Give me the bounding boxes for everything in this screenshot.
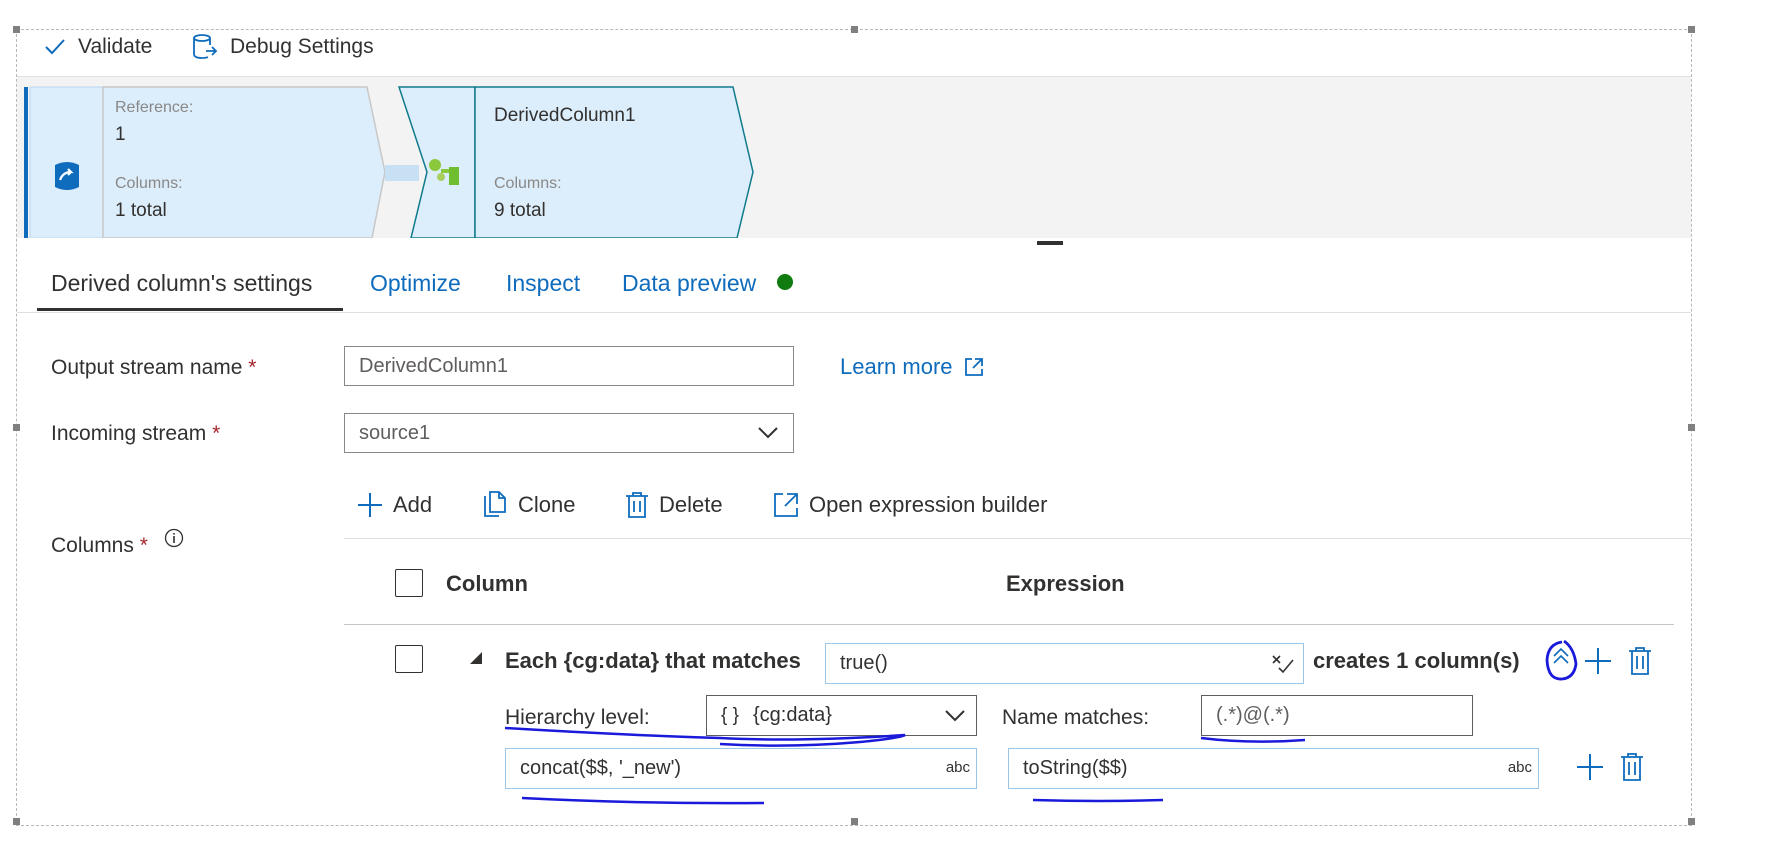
pattern-prefix: Each {cg:data} that matches xyxy=(505,648,801,673)
resize-handle[interactable] xyxy=(13,424,20,431)
clone-button[interactable]: Clone xyxy=(482,490,575,520)
select-all-checkbox[interactable] xyxy=(395,569,423,597)
info-icon[interactable] xyxy=(164,528,184,548)
braces-icon: { } xyxy=(721,704,739,726)
status-dot xyxy=(777,274,793,290)
name-matches-label: Name matches: xyxy=(1002,706,1150,729)
row-checkbox[interactable] xyxy=(395,645,423,673)
external-link-icon xyxy=(774,493,798,517)
expand-collapse-icon[interactable] xyxy=(1542,638,1582,684)
name-matches-input[interactable]: (.*)@(.*) xyxy=(1201,695,1473,736)
panel-resize-grip[interactable] xyxy=(1037,241,1063,245)
incoming-stream-select[interactable]: source1 xyxy=(344,413,794,453)
tab-optimize[interactable]: Optimize xyxy=(370,270,461,297)
trash-icon[interactable] xyxy=(1628,646,1652,676)
reference-value: 1 xyxy=(115,124,126,145)
tab-inspect[interactable]: Inspect xyxy=(506,270,580,297)
add-icon xyxy=(358,493,382,517)
open-expression-builder-button[interactable]: Open expression builder xyxy=(773,490,1047,520)
data-flow-canvas[interactable]: Reference: 1 Columns: 1 total DerivedCol… xyxy=(17,76,1691,238)
source-columns-label: Columns: xyxy=(115,175,183,192)
trash-icon[interactable] xyxy=(1620,752,1644,782)
expression-header: Expression xyxy=(1006,571,1125,596)
column-header: Column xyxy=(446,571,528,596)
resize-handle[interactable] xyxy=(1688,26,1695,33)
debug-settings-label: Debug Settings xyxy=(230,35,374,58)
pattern-suffix: creates 1 column(s) xyxy=(1313,648,1520,673)
validate-button[interactable]: Validate xyxy=(44,32,152,62)
header-divider xyxy=(344,624,1674,625)
add-row-icon[interactable] xyxy=(1584,647,1612,675)
resize-handle[interactable] xyxy=(13,26,20,33)
resize-handle[interactable] xyxy=(1688,424,1695,431)
active-tab-indicator xyxy=(37,308,343,311)
type-badge: abc xyxy=(945,759,970,776)
derived-node-name: DerivedColumn1 xyxy=(494,105,636,126)
derived-columns-value: 9 total xyxy=(494,200,546,221)
derived-column-icon xyxy=(429,159,459,185)
tab-settings[interactable]: Derived column's settings xyxy=(51,270,312,297)
resize-handle[interactable] xyxy=(13,818,20,825)
commands-divider xyxy=(344,538,1691,539)
resize-handle[interactable] xyxy=(851,818,858,825)
source-columns-value: 1 total xyxy=(115,200,167,221)
tab-data-preview[interactable]: Data preview xyxy=(622,270,756,297)
checkmark-icon xyxy=(45,39,65,55)
tab-divider xyxy=(17,312,1691,313)
debug-settings-icon xyxy=(193,34,218,59)
validate-label: Validate xyxy=(78,35,153,58)
trash-icon xyxy=(626,492,648,518)
hierarchy-level-select[interactable]: { } {cg:data} xyxy=(706,695,977,736)
type-badge: abc xyxy=(1507,759,1532,776)
resize-handle[interactable] xyxy=(851,26,858,33)
hierarchy-level-label: Hierarchy level: xyxy=(505,706,650,729)
data-source-icon xyxy=(55,162,79,190)
value-expression-input[interactable]: toString($$) abc xyxy=(1008,748,1539,789)
resize-handle[interactable] xyxy=(1688,818,1695,825)
output-stream-input[interactable]: DerivedColumn1 xyxy=(344,346,794,386)
external-link-icon xyxy=(964,358,983,376)
collapse-triangle-icon[interactable] xyxy=(467,651,483,665)
chevron-down-icon xyxy=(945,710,965,722)
debug-settings-button[interactable]: Debug Settings xyxy=(192,32,374,62)
condition-input[interactable]: true() xyxy=(825,643,1304,684)
column-name-expression-input[interactable]: concat($$, '_new') abc xyxy=(505,748,977,789)
derived-columns-label: Columns: xyxy=(494,175,562,192)
output-stream-label: Output stream name * xyxy=(51,356,257,379)
delete-button[interactable]: Delete xyxy=(625,490,723,520)
reference-label: Reference: xyxy=(115,99,194,116)
add-button[interactable]: Add xyxy=(357,490,432,520)
clone-icon xyxy=(484,491,506,517)
columns-label: Columns * xyxy=(51,534,148,557)
chevron-down-icon xyxy=(758,427,778,439)
incoming-stream-label: Incoming stream * xyxy=(51,422,221,445)
learn-more-link[interactable]: Learn more xyxy=(840,354,985,380)
add-expression-icon[interactable] xyxy=(1576,753,1604,781)
clear-validate-icon[interactable] xyxy=(1271,654,1295,674)
